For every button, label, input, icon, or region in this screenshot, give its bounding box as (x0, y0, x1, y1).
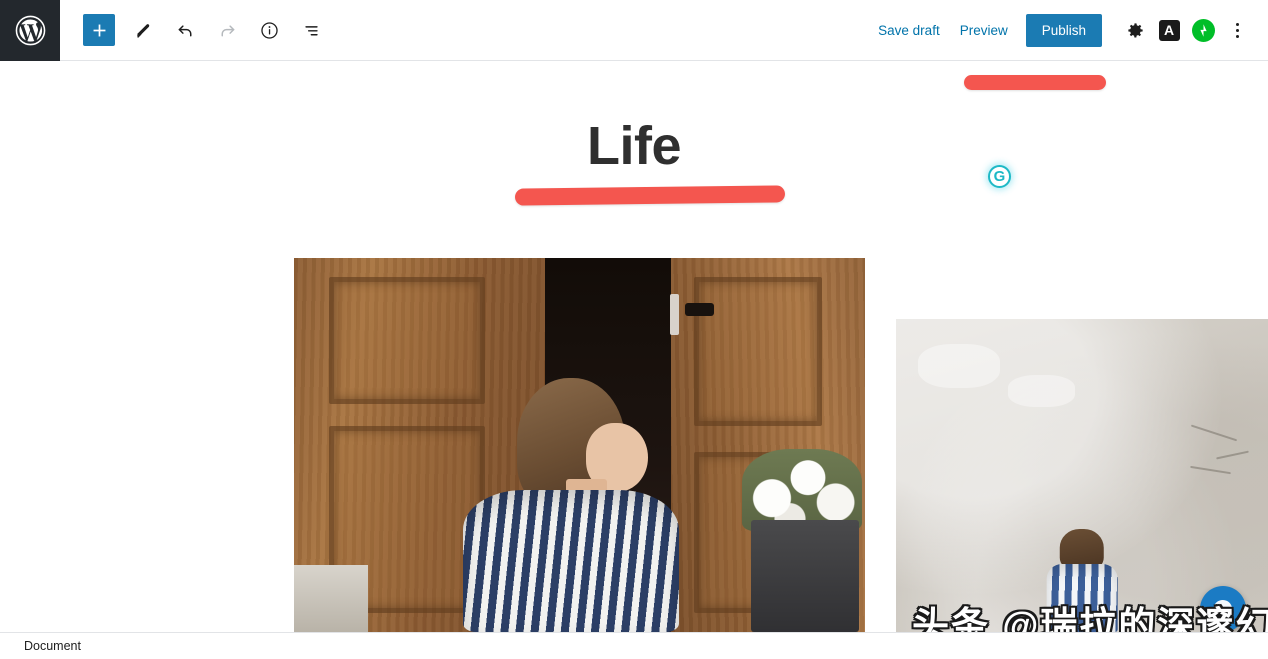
details-button[interactable] (251, 12, 287, 48)
white-flowers (742, 448, 863, 532)
editor-toolbar: Save draft Preview Publish A (0, 0, 1268, 61)
settings-button[interactable] (1118, 13, 1152, 47)
editor-status-bar: Document (0, 632, 1268, 659)
plus-icon (93, 24, 105, 36)
redo-arrow-icon (221, 24, 234, 36)
wordpress-logo-button[interactable] (0, 0, 60, 61)
more-menu-button[interactable] (1220, 13, 1254, 47)
toolbar-right-group: Save draft Preview Publish A (868, 0, 1268, 61)
wordpress-editor-window: Save draft Preview Publish A Life G 头条 @… (0, 0, 1268, 659)
door-lock-plate (669, 293, 679, 335)
doorway-scene (294, 258, 865, 632)
edit-tool-button[interactable] (125, 12, 161, 48)
stone-ledge (294, 564, 369, 632)
undo-arrow-icon (178, 24, 191, 36)
pencil-icon (136, 23, 149, 38)
kebab-menu-icon (1235, 22, 1239, 38)
jetpack-bolt-icon (1191, 18, 1215, 42)
wordpress-logo-icon (15, 15, 46, 46)
list-view-icon (304, 25, 318, 35)
grammarly-badge-icon[interactable]: G (988, 165, 1011, 188)
gear-icon (1127, 22, 1143, 37)
editor-canvas[interactable]: Life G 头条 @瑞拉的深邃幻 (0, 61, 1268, 632)
toolbar-left-group (60, 0, 329, 61)
concrete-wall-scene (896, 319, 1268, 632)
save-draft-button[interactable]: Save draft (868, 15, 950, 46)
door-handle (685, 302, 714, 316)
breadcrumb[interactable]: Document (24, 639, 81, 653)
redo-button[interactable] (209, 12, 245, 48)
channel-watermark: 头条 @瑞拉的深邃幻想 (912, 605, 1268, 632)
title-underline-marker (514, 185, 786, 206)
info-circle-icon (260, 21, 278, 39)
publish-button[interactable]: Publish (1025, 13, 1102, 47)
list-view-button[interactable] (293, 12, 329, 48)
undo-button[interactable] (167, 12, 203, 48)
preview-button[interactable]: Preview (950, 15, 1018, 46)
woman-figure (442, 377, 699, 632)
amp-toggle-button[interactable]: A (1152, 13, 1186, 47)
image-block-woman-doorway[interactable] (294, 258, 865, 632)
image-block-person-wall[interactable] (896, 319, 1268, 632)
top-right-marker (964, 75, 1106, 90)
amp-badge-icon: A (1158, 19, 1180, 41)
add-block-button[interactable] (83, 14, 115, 46)
wicker-planter (750, 519, 860, 632)
jetpack-button[interactable] (1186, 13, 1220, 47)
post-title-field[interactable]: Life (0, 119, 1268, 173)
